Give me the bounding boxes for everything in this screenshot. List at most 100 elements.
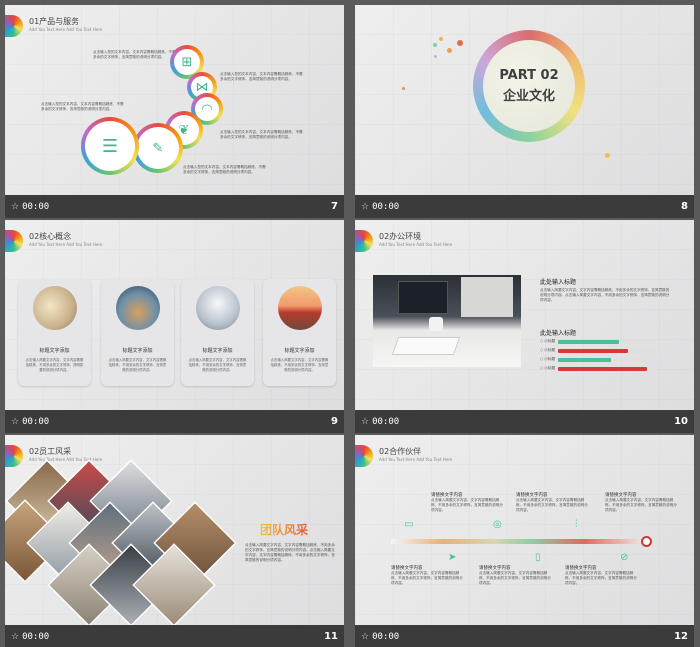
bar-label: ○ 小标题 <box>540 357 556 361</box>
card-title: 标题文字添加 <box>284 348 315 354</box>
slide-thumbnail-10[interactable]: 02办公环境 Add You Text Here Add You Text He… <box>355 220 694 433</box>
monitor-shape <box>461 277 513 317</box>
slide-subtitle: Add You Text Here Add You Text Here <box>29 457 103 462</box>
card-text: 点击输入简要文字内容，文字内容需概括精炼，不用多余的文字修饰，言简意赅的说明分项… <box>108 358 167 372</box>
block-text: 点击输入简要文字内容，文字内容需概括精炼，不用多余的文字修饰，言简意赅的说明分项… <box>516 498 588 512</box>
text-block: 请替换文字内容 点击输入简要文字内容，文字内容需概括精炼，不用多余的文字修饰，言… <box>391 565 466 586</box>
database-ring: ☰ <box>81 117 139 175</box>
team-heading: 团队风采 <box>260 523 309 537</box>
block-text: 点击输入简要文字内容，文字内容需概括精炼，不用多余的文字修饰，言简意赅的说明分项… <box>479 571 551 585</box>
slide-title: 02合作伙伴 <box>379 447 422 456</box>
slide-timing: 00:00 <box>22 631 50 642</box>
card-title: 标题文字添加 <box>202 348 233 354</box>
text-block: 点击输入您的文本内容，文本内容需概括精炼，不需多余的文字修饰，言简意赅的说明分项… <box>93 50 176 59</box>
slide-footer: ☆ 00:00 11 <box>5 625 344 647</box>
edit-ring: ✎ <box>133 123 183 173</box>
camera-icon: ◎ <box>493 519 502 530</box>
slide-subtitle: Add You Text Here Add You Text Here <box>379 242 453 247</box>
rainbow-corner-icon <box>355 230 373 252</box>
paragraph: 点击输入简要文字内容，文字内容需概括精炼，不用多余的文字修饰，言简意赅的说明分项… <box>540 288 670 302</box>
monitor-icon: ▭ <box>404 519 414 530</box>
bar-fill <box>558 367 648 371</box>
section-heading: 此处输入标题 <box>540 279 577 286</box>
star-icon: ☆ <box>361 631 370 642</box>
slide-footer: ☆ 00:00 12 <box>355 625 694 647</box>
slide-canvas: 02员工风采 Add You Text Here Add You Text He… <box>5 435 344 625</box>
block-text: 点击输入简要文字内容，文字内容需概括精炼，不用多余的文字修饰，言简意赅的说明分项… <box>431 498 503 512</box>
slide-title: 02核心概念 <box>29 232 72 241</box>
slide-footer: ☆ 00:00 7 <box>5 195 344 218</box>
bar-fill <box>558 358 612 362</box>
slide-thumbnail-12[interactable]: 02合作伙伴 Add You Text Here Add You Text He… <box>355 435 694 647</box>
slide-title: 02员工风采 <box>29 447 72 456</box>
section-circle: PART 02 企业文化 <box>473 30 585 142</box>
slide-number: 7 <box>331 201 338 212</box>
rainbow-corner-icon <box>5 15 23 37</box>
slide-thumbnail-8[interactable]: PART 02 企业文化 ☆ 00:00 8 <box>355 5 694 218</box>
send-icon: ➤ <box>448 552 457 563</box>
slide-canvas: 02办公环境 Add You Text Here Add You Text He… <box>355 220 694 410</box>
bar-label: ○ 小标题 <box>540 339 556 343</box>
monitor-shape <box>398 281 448 314</box>
text-block: 点击输入您的文本内容，文本内容需概括精炼，不需多余的文字修饰，言简意赅的说明分项… <box>220 72 303 81</box>
slide-footer: ☆ 00:00 9 <box>5 410 344 433</box>
slide-thumbnail-7[interactable]: 01产品与服务 Add You Text Here Add You Text H… <box>5 5 344 218</box>
decor-dot <box>605 153 610 158</box>
section-heading: 此处输入标题 <box>540 330 577 337</box>
keyboard-shape <box>391 337 461 355</box>
slide-canvas: 02合作伙伴 Add You Text Here Add You Text He… <box>355 435 694 625</box>
decor-dot <box>402 87 405 90</box>
text-block: 请替换文字内容 点击输入简要文字内容，文字内容需概括精炼，不用多余的文字修饰，言… <box>516 492 591 513</box>
card-title: 标题文字添加 <box>39 348 70 354</box>
bar-fill <box>558 349 628 353</box>
slide-title: 02办公环境 <box>379 232 422 241</box>
rainbow-corner-icon <box>5 445 23 467</box>
card-text: 点击输入简要文字内容，文字内容需概括精炼，不用多余的文字修饰，言简意赅的说明分项… <box>270 358 329 372</box>
card-title: 标题文字添加 <box>122 348 153 354</box>
section-heading: 企业文化 <box>502 89 555 104</box>
slide-number: 9 <box>331 416 338 427</box>
database-icon: ☰ <box>85 121 135 171</box>
star-icon: ☆ <box>11 416 20 427</box>
text-block: 点击输入您的文本内容，文本内容需概括精炼，不需多余的文字修饰，言简意赅的说明分项… <box>41 102 124 111</box>
bar-label: ○ 小标题 <box>540 348 556 352</box>
decor-dot <box>457 40 463 46</box>
slide-timing: 00:00 <box>22 201 50 212</box>
slide-thumbnail-11[interactable]: 02员工风采 Add You Text Here Add You Text He… <box>5 435 344 647</box>
text-block: 请替换文字内容 点击输入简要文字内容，文字内容需概括精炼，不用多余的文字修饰，言… <box>431 492 506 513</box>
slide-subtitle: Add You Text Here Add You Text Here <box>29 242 103 247</box>
bar-fill <box>558 340 620 344</box>
slide-canvas: 01产品与服务 Add You Text Here Add You Text H… <box>5 5 344 195</box>
star-icon: ☆ <box>11 631 20 642</box>
bar-label: ○ 小标题 <box>540 366 556 370</box>
slide-timing: 00:00 <box>372 201 400 212</box>
slide-timing: 00:00 <box>372 416 400 427</box>
timeline-end-marker <box>641 536 652 547</box>
phone-icon: ▯ <box>535 552 541 563</box>
star-icon: ☆ <box>361 201 370 212</box>
sliders-icon: ⫶ <box>575 519 578 530</box>
decor-dot <box>434 55 437 58</box>
block-text: 点击输入简要文字内容，文字内容需概括精炼，不用多余的文字修饰，言简意赅的说明分项… <box>605 498 677 512</box>
text-block: 点击输入您的文本内容，文本内容需概括精炼，不需多余的文字修饰，言简意赅的说明分项… <box>183 165 266 174</box>
decor-dot <box>439 37 443 41</box>
card-text: 点击输入简要文字内容，文字内容需概括精炼，不用多余的文字修饰，简明扼要的说明分项… <box>25 358 84 372</box>
slide-footer: ☆ 00:00 10 <box>355 410 694 433</box>
org-chart-icon: ⊞ <box>174 49 200 75</box>
slide-canvas: 02核心概念 Add You Text Here Add You Text He… <box>5 220 344 410</box>
edit-icon: ✎ <box>137 127 179 169</box>
section-circle-inner: PART 02 企业文化 <box>483 40 575 132</box>
slide-subtitle: Add You Text Here Add You Text Here <box>379 457 453 462</box>
slide-number: 10 <box>674 416 688 427</box>
slide-footer: ☆ 00:00 8 <box>355 195 694 218</box>
concept-card: 标题文字添加 点击输入简要文字内容，文字内容需概括精炼，不用多余的文字修饰，言简… <box>181 279 254 386</box>
text-block: 请替换文字内容 点击输入简要文字内容，文字内容需概括精炼，不用多余的文字修饰，言… <box>479 565 554 586</box>
card-photo <box>33 286 77 330</box>
concept-card: 标题文字添加 点击输入简要文字内容，文字内容需概括精炼，不用多余的文字修饰，言简… <box>263 279 336 386</box>
slide-title: 01产品与服务 <box>29 17 80 26</box>
star-icon: ☆ <box>11 201 20 212</box>
rainbow-corner-icon <box>355 445 373 467</box>
slide-thumbnail-9[interactable]: 02核心概念 Add You Text Here Add You Text He… <box>5 220 344 433</box>
slide-timing: 00:00 <box>372 631 400 642</box>
slide-number: 12 <box>674 631 688 642</box>
